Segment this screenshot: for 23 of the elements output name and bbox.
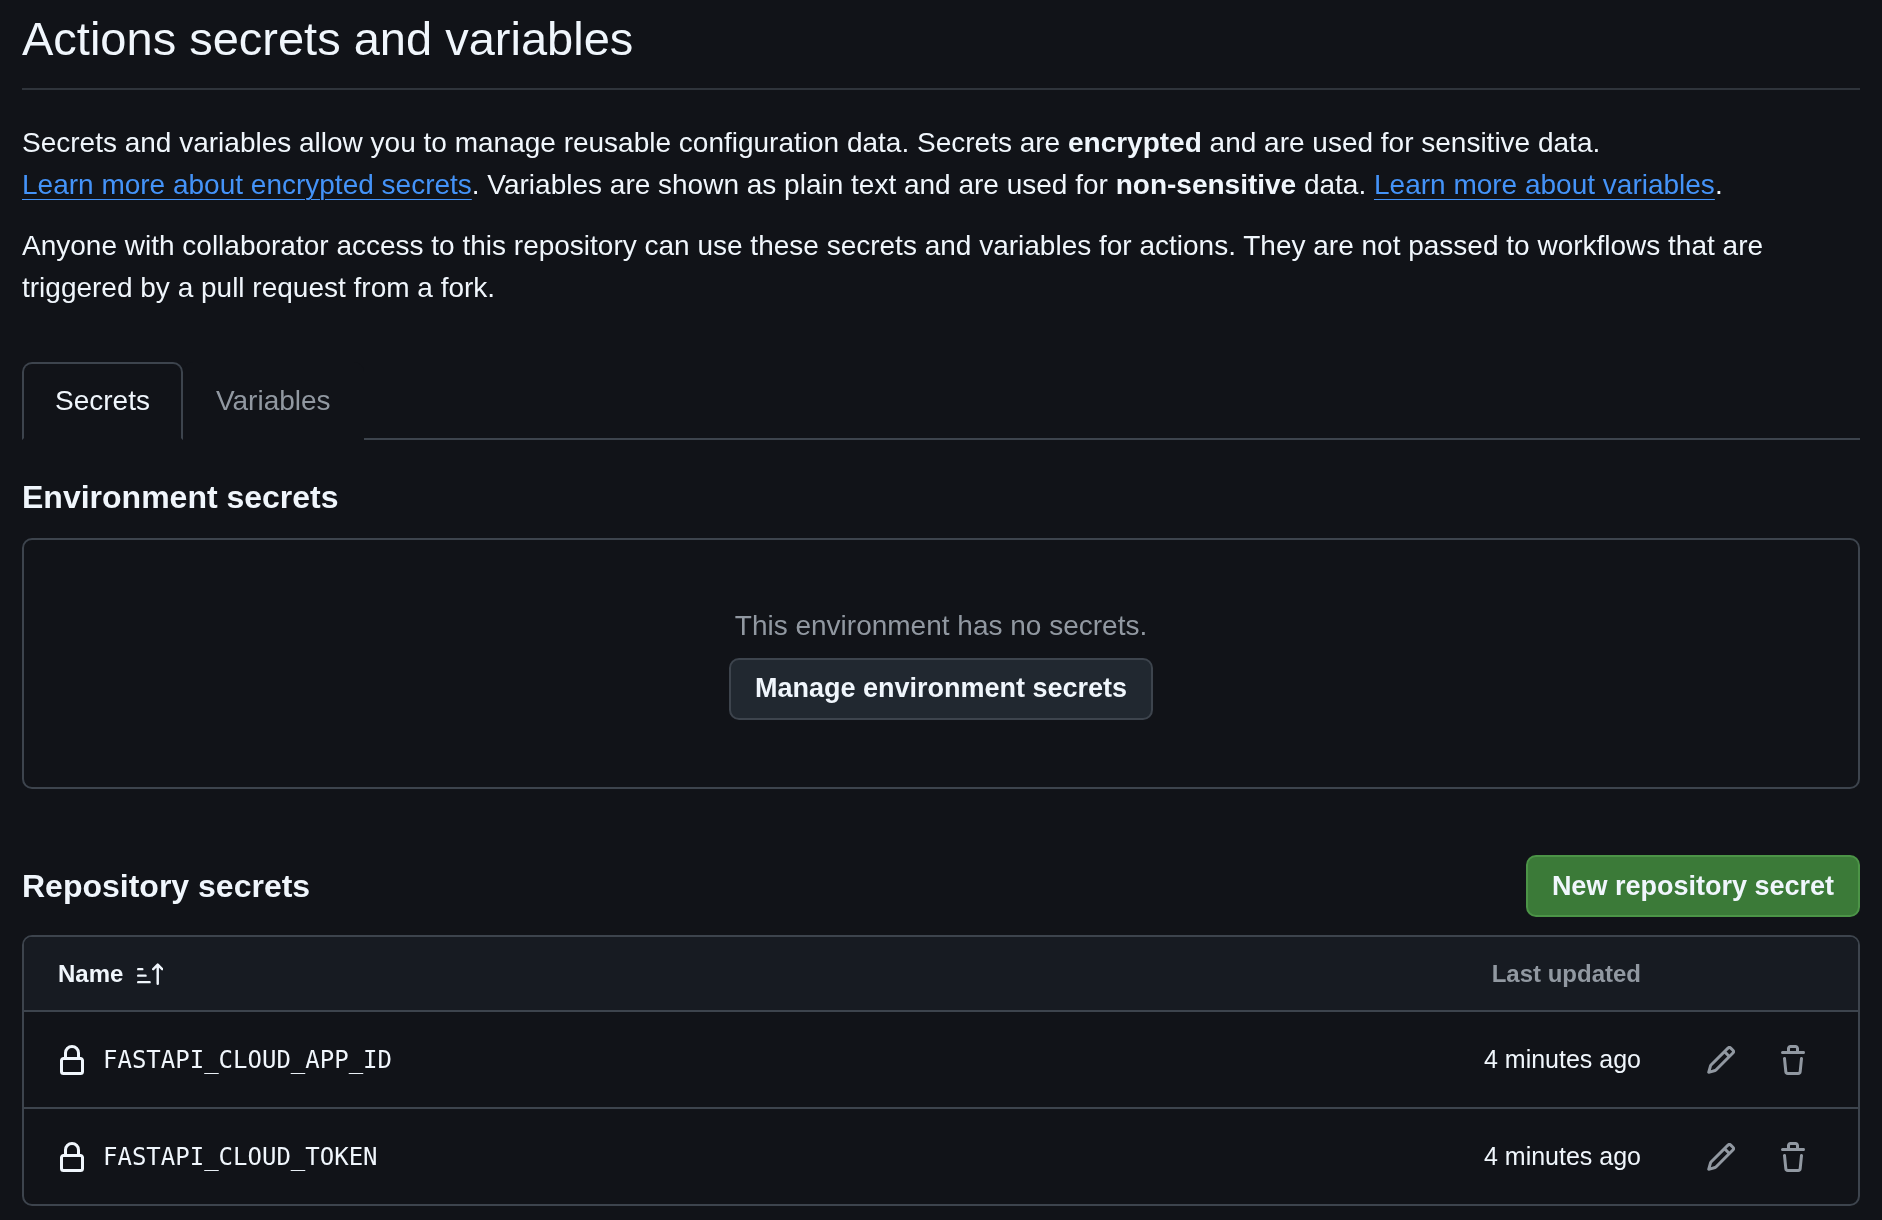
empty-state-message: This environment has no secrets.	[734, 608, 1148, 643]
trash-icon	[1781, 1141, 1805, 1172]
last-updated-cell: 4 minutes ago	[1483, 1045, 1641, 1074]
new-secret-button[interactable]: New repository secret	[1525, 855, 1860, 917]
manage-environment-secrets-button[interactable]: Manage environment secrets	[728, 657, 1154, 720]
name-column-header[interactable]: Name	[58, 959, 164, 988]
intro-paragraph: Anyone with collaborator access to this repository can use these secrets and variables for actions. They are not passed to workflows that are triggered by a pull request from a fork.	[22, 229, 1765, 305]
tab[interactable]: Secrets	[22, 362, 183, 440]
secret-name: FASTAPI_CLOUD_APP_ID	[103, 1045, 392, 1074]
section-heading: Environment secrets	[22, 478, 340, 517]
lock-icon	[60, 1141, 84, 1172]
pencil-icon	[1707, 1045, 1735, 1074]
column-header: Last updated	[1491, 959, 1641, 988]
learn-more-link[interactable]: Learn more about variables	[1374, 169, 1715, 200]
pencil-icon	[1707, 1142, 1735, 1171]
section-heading: Repository secrets	[22, 866, 311, 906]
last-updated-cell: 4 minutes ago	[1483, 1142, 1641, 1171]
page-title: Actions secrets and variables	[22, 0, 1860, 90]
lock-icon	[60, 1044, 84, 1075]
secret-name: FASTAPI_CLOUD_TOKEN	[103, 1142, 378, 1171]
intro-paragraph: Secrets and variables allow you to manage reusable configuration data. Secrets are encrypted and are used for sensitive data. Learn more about encrypted secrets. Variables are shown as plain text and are used for non-sensitive data. Learn more about variables.	[22, 126, 1724, 202]
learn-more-link[interactable]: Learn more about encrypted secrets	[22, 169, 472, 200]
trash-icon	[1781, 1044, 1805, 1075]
